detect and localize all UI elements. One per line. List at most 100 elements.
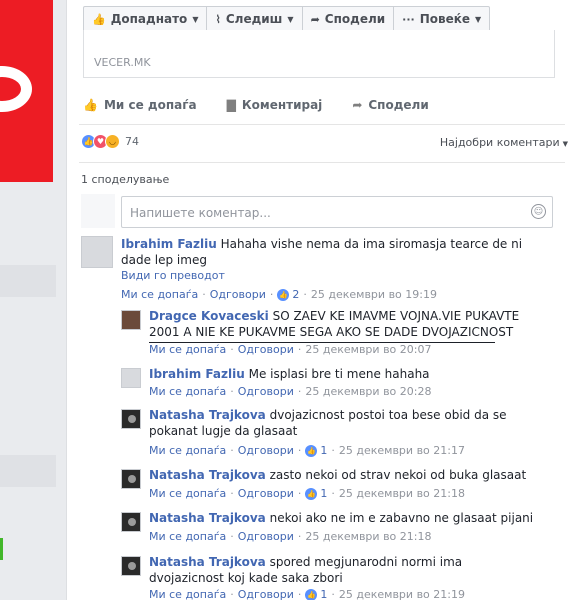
reply-timestamp[interactable]: 25 декември во 21:17 [339, 444, 465, 457]
link-preview[interactable]: VECER.MK [83, 30, 555, 78]
comment-input[interactable]: Напишете коментар... ☺ [121, 196, 553, 228]
more-button[interactable]: ··· Повеќе ▼ [393, 6, 491, 32]
reply-body: Ibrahim Fazliu Me isplasi bre ti mene ha… [149, 366, 539, 382]
reaction-count: 74 [125, 135, 139, 148]
reply-body: Natasha Trajkova zasto nekoi od strav ne… [149, 467, 539, 483]
reply-body: Dragce Kovaceski SO ZAEV KE IMAVME VOJNA… [149, 308, 539, 340]
reply-author[interactable]: Natasha Trajkova [149, 555, 266, 569]
avatar[interactable] [121, 556, 141, 576]
caret-down-icon: ▼ [562, 140, 568, 148]
reply-text: nekoi ako ne im e zabavno ne glasaat pij… [269, 511, 534, 525]
liked-button[interactable]: 👍 Допаднато ▼ [83, 6, 208, 32]
follow-label: Следиш [225, 12, 283, 26]
avatar[interactable] [81, 236, 113, 268]
comment-sort-dropdown[interactable]: Најдобри коментари ▼ [440, 136, 568, 149]
avatar[interactable] [121, 310, 141, 330]
left-sidebar-block [0, 455, 56, 487]
avatar[interactable] [121, 409, 141, 429]
liked-label: Допаднато [110, 12, 188, 26]
like-badge-icon: 👍 [305, 444, 318, 457]
rss-icon: ⌇ [215, 12, 221, 26]
avatar[interactable] [121, 512, 141, 532]
comment-action-button[interactable]: ▇ Коментирај [227, 98, 323, 112]
reply-like-count[interactable]: 1 [320, 588, 327, 600]
shares-link[interactable]: 1 споделување [81, 173, 169, 186]
like-badge-icon: 👍 [277, 288, 290, 301]
reply-timestamp[interactable]: 25 декември во 21:18 [305, 530, 431, 543]
reply-reply-link[interactable]: Одговори [238, 588, 294, 600]
reply-meta: Ми се допаѓа · Одговори · 25 декември во 2… [149, 530, 432, 543]
reply-author[interactable]: Natasha Trajkova [149, 468, 266, 482]
logo-ring-shape [0, 66, 32, 112]
reply-meta: Ми се допаѓа · Одговори · 25 декември во 2… [149, 385, 432, 398]
reply-text: Me isplasi bre ti mene hahaha [248, 367, 430, 381]
chevron-down-icon: ▼ [475, 14, 482, 24]
comment-placeholder: Напишете коментар... [130, 206, 271, 220]
reply-like-link[interactable]: Ми се допаѓа [149, 588, 226, 600]
comment-timestamp[interactable]: 25 декември во 19:19 [311, 288, 437, 301]
reply-body: Natasha Trajkova dvojazicnost postoi toa… [149, 407, 529, 439]
reply-like-link[interactable]: Ми се допаѓа [149, 444, 226, 457]
post-card: 👍 Допаднато ▼ ⌇ Следиш ▼ ➦ Сподели ··· П… [66, 0, 576, 600]
reply-reply-link[interactable]: Одговори [238, 385, 294, 398]
reply-reply-link[interactable]: Одговори [238, 487, 294, 500]
reply-reply-link[interactable]: Одговори [238, 530, 294, 543]
more-dots-icon: ··· [402, 12, 415, 26]
reply-timestamp[interactable]: 25 декември во 20:07 [305, 343, 431, 356]
haha-reaction-icon: ◡ [105, 134, 120, 149]
like-action-label: Ми се допаѓа [103, 98, 197, 112]
like-badge-icon: 👍 [305, 588, 318, 600]
reply-like-count[interactable]: 1 [320, 487, 327, 500]
like-action-button[interactable]: 👍 Ми се допаѓа [83, 98, 197, 112]
reaction-summary[interactable]: 👍 ♥ ◡ 74 [81, 134, 139, 149]
comment-like-link[interactable]: Ми се допаѓа [121, 288, 198, 301]
reply-like-link[interactable]: Ми се допаѓа [149, 530, 226, 543]
left-column [0, 0, 66, 600]
reply-body: Natasha Trajkova nekoi ako ne im e zabav… [149, 510, 539, 526]
share-arrow-icon: ➦ [352, 98, 363, 112]
chevron-down-icon: ▼ [192, 14, 199, 24]
reply-author[interactable]: Ibrahim Fazliu [149, 367, 245, 381]
thumbs-up-icon: 👍 [92, 12, 106, 26]
reply-text: zasto nekoi od strav nekoi od buka glasa… [269, 468, 527, 482]
emoji-icon[interactable]: ☺ [531, 204, 546, 219]
reply-timestamp[interactable]: 25 декември во 21:18 [339, 487, 465, 500]
page-logo[interactable] [0, 0, 53, 182]
avatar[interactable] [121, 368, 141, 388]
page-action-bar: 👍 Допаднато ▼ ⌇ Следиш ▼ ➦ Сподели ··· П… [83, 6, 491, 32]
share-page-button[interactable]: ➦ Сподели [301, 6, 395, 32]
reply-like-link[interactable]: Ми се допаѓа [149, 343, 226, 356]
reply-author[interactable]: Natasha Trajkova [149, 511, 266, 525]
reply-author[interactable]: Natasha Trajkova [149, 408, 266, 422]
follow-button[interactable]: ⌇ Следиш ▼ [206, 6, 303, 32]
reply-author[interactable]: Dragce Kovaceski [149, 309, 269, 323]
avatar[interactable] [121, 469, 141, 489]
reply-like-link[interactable]: Ми се допаѓа [149, 487, 226, 500]
divider [79, 124, 565, 125]
comment-meta: Ми се допаѓа · Одговори · 👍 2 · 25 декември … [121, 288, 437, 301]
share-label: Сподели [324, 12, 386, 26]
comment-bubble-icon: ▇ [226, 98, 236, 112]
reply-body: Natasha Trajkova spored megjunarodni nor… [149, 554, 529, 586]
comment-action-label: Коментирај [241, 98, 323, 112]
reply-like-count[interactable]: 1 [320, 444, 327, 457]
online-indicator [0, 538, 3, 560]
share-action-label: Сподели [368, 98, 429, 112]
share-action-button[interactable]: ➦ Сподели [352, 98, 428, 112]
reply-reply-link[interactable]: Одговори [238, 343, 294, 356]
reply-like-link[interactable]: Ми се допаѓа [149, 385, 226, 398]
reply-meta: Ми се допаѓа · Одговори · 👍 1 · 25 декември … [149, 487, 465, 500]
comment-sort-label: Најдобри коментари [439, 136, 560, 149]
divider [79, 162, 565, 163]
post-actions: 👍 Ми се допаѓа ▇ Коментирај ➦ Сподели [83, 94, 459, 116]
left-sidebar-block [0, 265, 56, 297]
comment-body: Ibrahim Fazliu Hahaha vishe nema da ima … [121, 236, 551, 268]
reply-timestamp[interactable]: 25 декември во 20:28 [305, 385, 431, 398]
comment-reply-link[interactable]: Одговори [210, 288, 266, 301]
comment-like-count[interactable]: 2 [292, 288, 299, 301]
reply-reply-link[interactable]: Одговори [238, 444, 294, 457]
translate-link[interactable]: Види го преводот [121, 269, 225, 282]
reply-timestamp[interactable]: 25 декември во 21:19 [339, 588, 465, 600]
comment-author[interactable]: Ibrahim Fazliu [121, 237, 217, 251]
thumbs-up-icon: 👍 [83, 98, 98, 112]
